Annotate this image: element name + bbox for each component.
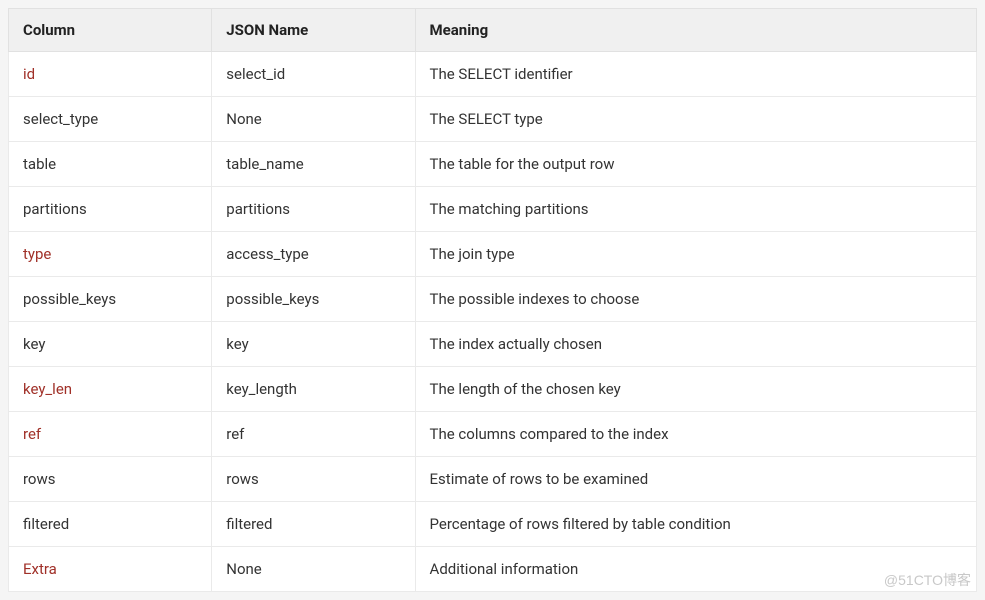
table-row: typeaccess_typeThe join type — [9, 232, 977, 277]
cell-column: id — [9, 52, 212, 97]
cell-json-name: key_length — [212, 367, 415, 412]
cell-meaning: Additional information — [415, 547, 976, 592]
cell-meaning: The SELECT type — [415, 97, 976, 142]
cell-column: ref — [9, 412, 212, 457]
cell-meaning: The table for the output row — [415, 142, 976, 187]
cell-json-name: table_name — [212, 142, 415, 187]
table-row: filteredfilteredPercentage of rows filte… — [9, 502, 977, 547]
cell-meaning: The join type — [415, 232, 976, 277]
cell-json-name: access_type — [212, 232, 415, 277]
cell-column: table — [9, 142, 212, 187]
cell-json-name: ref — [212, 412, 415, 457]
cell-meaning: Percentage of rows filtered by table con… — [415, 502, 976, 547]
cell-meaning: The possible indexes to choose — [415, 277, 976, 322]
cell-json-name: None — [212, 97, 415, 142]
table-row: possible_keyspossible_keysThe possible i… — [9, 277, 977, 322]
table-row: partitionspartitionsThe matching partiti… — [9, 187, 977, 232]
cell-column: Extra — [9, 547, 212, 592]
cell-column: rows — [9, 457, 212, 502]
cell-column: possible_keys — [9, 277, 212, 322]
table-row: tabletable_nameThe table for the output … — [9, 142, 977, 187]
header-meaning: Meaning — [415, 9, 976, 52]
cell-json-name: select_id — [212, 52, 415, 97]
cell-column: partitions — [9, 187, 212, 232]
table-row: key_lenkey_lengthThe length of the chose… — [9, 367, 977, 412]
cell-meaning: The columns compared to the index — [415, 412, 976, 457]
explain-columns-table: Column JSON Name Meaning idselect_idThe … — [8, 8, 977, 592]
cell-json-name: None — [212, 547, 415, 592]
header-json-name: JSON Name — [212, 9, 415, 52]
table-header-row: Column JSON Name Meaning — [9, 9, 977, 52]
cell-json-name: possible_keys — [212, 277, 415, 322]
table-row: ExtraNoneAdditional information — [9, 547, 977, 592]
header-column: Column — [9, 9, 212, 52]
table-row: refrefThe columns compared to the index — [9, 412, 977, 457]
table-row: idselect_idThe SELECT identifier — [9, 52, 977, 97]
cell-json-name: partitions — [212, 187, 415, 232]
cell-json-name: filtered — [212, 502, 415, 547]
cell-meaning: The length of the chosen key — [415, 367, 976, 412]
cell-column: select_type — [9, 97, 212, 142]
cell-meaning: The index actually chosen — [415, 322, 976, 367]
cell-json-name: key — [212, 322, 415, 367]
table-row: select_typeNoneThe SELECT type — [9, 97, 977, 142]
cell-meaning: The SELECT identifier — [415, 52, 976, 97]
cell-json-name: rows — [212, 457, 415, 502]
table-row: rowsrowsEstimate of rows to be examined — [9, 457, 977, 502]
cell-column: type — [9, 232, 212, 277]
table-row: keykeyThe index actually chosen — [9, 322, 977, 367]
cell-column: filtered — [9, 502, 212, 547]
cell-column: key_len — [9, 367, 212, 412]
cell-column: key — [9, 322, 212, 367]
cell-meaning: The matching partitions — [415, 187, 976, 232]
cell-meaning: Estimate of rows to be examined — [415, 457, 976, 502]
